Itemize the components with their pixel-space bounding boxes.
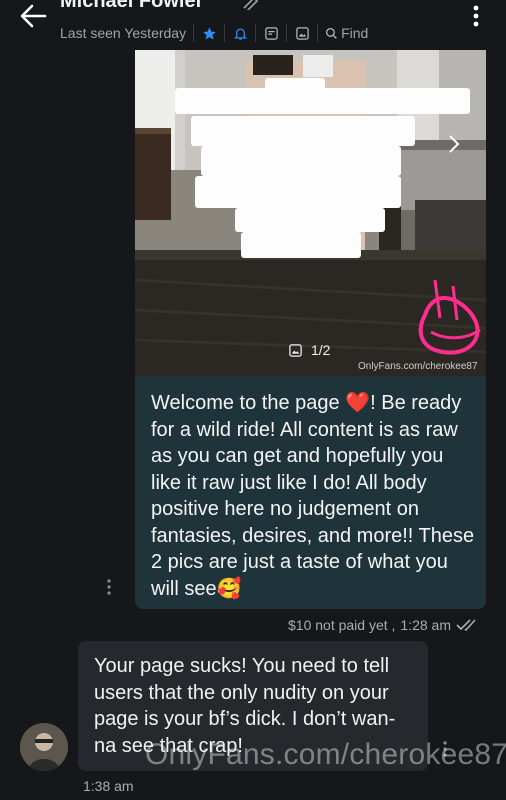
message-text-part: ! Be ready for a wild ride! All content …: [151, 392, 475, 600]
image-icon[interactable]: [294, 25, 310, 41]
search-icon: [326, 27, 337, 39]
heart-emoji: ❤️: [345, 392, 371, 414]
media-counter-label: 1/2: [311, 342, 331, 358]
censor-bar: [201, 146, 401, 176]
double-check-icon: [456, 619, 476, 632]
overlay-watermark: OnlyFans.com/cherokee87: [145, 738, 506, 771]
header-subrow: Last seen Yesterday Find: [60, 24, 368, 42]
photo-watermark: OnlyFans.com/cherokee87: [358, 361, 478, 372]
note-icon[interactable]: [263, 25, 279, 41]
media-counter: 1/2: [288, 342, 330, 358]
divider: [193, 24, 195, 42]
divider: [286, 24, 288, 42]
find-button[interactable]: Find: [325, 25, 368, 41]
divider: [224, 24, 226, 42]
chat-header: Michael Fowler Last seen Yesterday Find: [0, 0, 506, 48]
star-icon[interactable]: [201, 25, 217, 41]
kebab-menu-icon[interactable]: [466, 4, 486, 28]
censor-bar: [195, 176, 401, 208]
sent-message-bubble[interactable]: Welcome to the page ❤️! Be ready for a w…: [135, 376, 486, 609]
contact-name[interactable]: Michael Fowler: [60, 0, 203, 13]
avatar-image: [20, 723, 68, 771]
message-meta: $10 not paid yet , 1:28 am: [288, 617, 480, 633]
censor-bar: [235, 208, 385, 232]
gallery-icon: [289, 343, 302, 357]
price-status: $10 not paid yet ,: [288, 617, 396, 633]
back-arrow-icon[interactable]: [18, 2, 48, 30]
divider: [255, 24, 257, 42]
divider: [317, 24, 319, 42]
sent-photo[interactable]: [135, 50, 486, 376]
received-time: 1:38 am: [83, 778, 134, 794]
censor-bar: [241, 232, 361, 258]
sent-message-text: Welcome to the page ❤️! Be ready for a w…: [151, 390, 476, 602]
censor-bar: [265, 78, 325, 92]
find-label: Find: [341, 25, 369, 41]
bell-icon[interactable]: [232, 25, 248, 41]
censor-bar: [191, 116, 415, 146]
sent-time: 1:28 am: [400, 617, 452, 633]
message-options-icon[interactable]: [104, 578, 114, 596]
message-text-part: Welcome to the page: [151, 392, 346, 414]
next-image-chevron-icon[interactable]: [446, 134, 462, 154]
smiling-hearts-emoji: 🥰: [216, 577, 242, 600]
edit-pencil-icon[interactable]: [242, 0, 260, 10]
avatar[interactable]: [20, 723, 68, 771]
last-seen-status: Last seen Yesterday: [60, 25, 187, 41]
